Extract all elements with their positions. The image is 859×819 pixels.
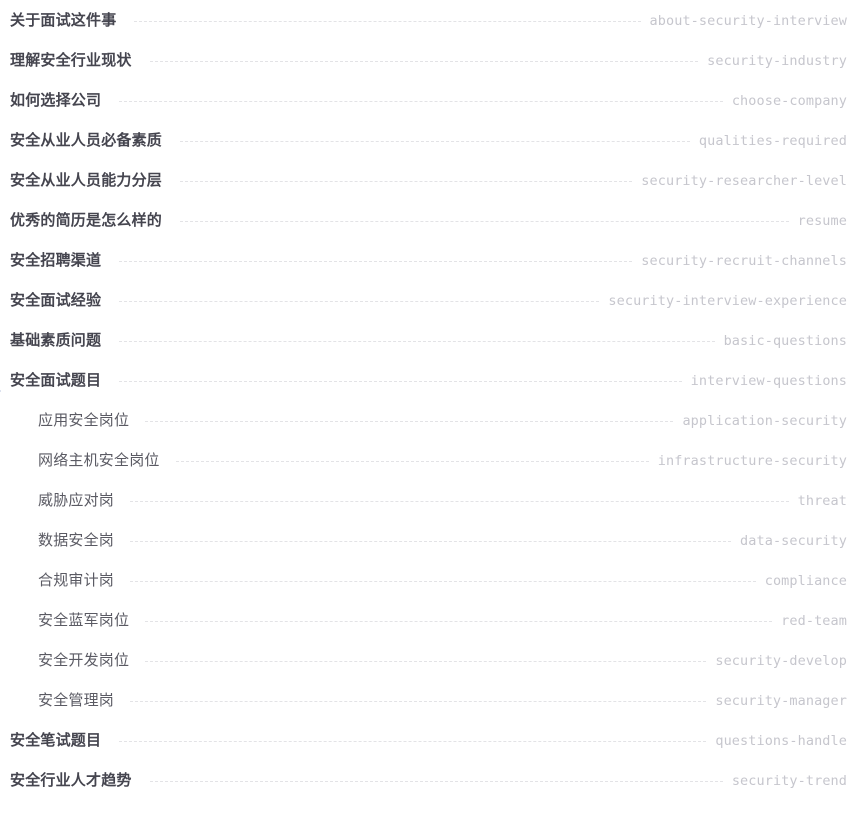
toc-entry-slug: security-industry [707, 53, 847, 69]
toc-entry[interactable]: 安全管理岗 security-manager [0, 691, 859, 731]
toc-entry[interactable]: 理解安全行业现状 security-industry [0, 51, 859, 91]
table-of-contents: 关于面试这件事 about-security-interview 理解安全行业现状 s… [0, 0, 859, 811]
toc-entry-slug: security-interview-experience [608, 293, 847, 309]
toc-leader-dots [145, 661, 707, 662]
toc-entry-slug: application-security [682, 413, 847, 429]
toc-entry[interactable]: 安全笔试题目 questions-handle [0, 731, 859, 771]
toc-entry-slug: compliance [764, 573, 847, 589]
toc-entry-label: 威胁应对岗 [38, 492, 115, 509]
toc-entry[interactable]: 应用安全岗位 application-security [0, 411, 859, 451]
toc-entry-label: 理解安全行业现状 [10, 52, 132, 69]
toc-entry-label: 基础素质问题 [10, 332, 102, 349]
toc-entry-slug: interview-questions [690, 373, 847, 389]
toc-leader-dots [149, 61, 699, 62]
toc-entry[interactable]: 安全开发岗位 security-develop [0, 651, 859, 691]
toc-leader-dots [130, 541, 732, 542]
toc-entry[interactable]: 安全蓝军岗位 red-team [0, 611, 859, 651]
toc-entry-label: 合规审计岗 [38, 572, 115, 589]
toc-entry[interactable]: 威胁应对岗 threat [0, 491, 859, 531]
toc-entry[interactable]: 安全从业人员能力分层 security-researcher-level [0, 171, 859, 211]
toc-entry-slug: questions-handle [715, 733, 847, 749]
toc-entry-slug: security-develop [715, 653, 847, 669]
toc-leader-dots [119, 101, 723, 102]
toc-entry[interactable]: 安全面试题目 interview-questions [0, 371, 859, 411]
toc-entry[interactable]: 安全招聘渠道 security-recruit-channels [0, 251, 859, 291]
toc-entry[interactable]: 数据安全岗 data-security [0, 531, 859, 571]
toc-entry-slug: security-researcher-level [641, 173, 847, 189]
toc-leader-dots [145, 621, 773, 622]
toc-entry-slug: security-recruit-channels [641, 253, 847, 269]
toc-entry[interactable]: 网络主机安全岗位 infrastructure-security [0, 451, 859, 491]
toc-entry-slug: resume [797, 213, 847, 229]
toc-entry-slug: qualities-required [698, 133, 847, 149]
toc-leader-dots [180, 141, 690, 142]
toc-entry-label: 安全笔试题目 [10, 732, 102, 749]
toc-leader-dots [145, 421, 674, 422]
toc-entry-slug: red-team [781, 613, 847, 629]
toc-entry-label: 如何选择公司 [10, 92, 102, 109]
toc-entry-slug: choose-company [731, 93, 847, 109]
toc-leader-dots [119, 741, 707, 742]
toc-entry[interactable]: 关于面试这件事 about-security-interview [0, 11, 859, 51]
toc-entry[interactable]: 安全面试经验 security-interview-experience [0, 291, 859, 331]
toc-entry[interactable]: 安全行业人才趋势 security-trend [0, 771, 859, 811]
toc-leader-dots [130, 701, 707, 702]
toc-entry-label: 安全从业人员必备素质 [10, 132, 163, 149]
toc-leader-dots [119, 381, 682, 382]
toc-leader-dots [130, 581, 756, 582]
toc-entry-label: 网络主机安全岗位 [38, 452, 160, 469]
chevron-right-icon[interactable] [0, 387, 1, 395]
toc-entry-label: 安全面试经验 [10, 292, 102, 309]
toc-leader-dots [175, 461, 649, 462]
toc-leader-dots [119, 341, 715, 342]
toc-leader-dots [149, 781, 723, 782]
toc-leader-dots [180, 181, 633, 182]
toc-leader-dots [180, 221, 789, 222]
toc-leader-dots [119, 261, 633, 262]
toc-entry-slug: about-security-interview [649, 13, 847, 29]
toc-entry[interactable]: 优秀的简历是怎么样的 resume [0, 211, 859, 251]
toc-leader-dots [130, 501, 789, 502]
toc-entry-slug: data-security [740, 533, 847, 549]
toc-entry-label: 安全面试题目 [10, 372, 102, 389]
toc-entry-label: 安全从业人员能力分层 [10, 172, 163, 189]
toc-entry[interactable]: 基础素质问题 basic-questions [0, 331, 859, 371]
toc-entry[interactable]: 合规审计岗 compliance [0, 571, 859, 611]
toc-entry[interactable]: 如何选择公司 choose-company [0, 91, 859, 131]
toc-entry-label: 安全开发岗位 [38, 652, 130, 669]
toc-entry-label: 安全行业人才趋势 [10, 772, 132, 789]
toc-entry-slug: security-trend [731, 773, 847, 789]
toc-entry-label: 安全招聘渠道 [10, 252, 102, 269]
toc-entry-label: 应用安全岗位 [38, 412, 130, 429]
toc-entry-slug: basic-questions [723, 333, 847, 349]
toc-entry-label: 优秀的简历是怎么样的 [10, 212, 163, 229]
toc-entry-slug: threat [797, 493, 847, 509]
toc-entry-slug: security-manager [715, 693, 847, 709]
toc-entry[interactable]: 安全从业人员必备素质 qualities-required [0, 131, 859, 171]
toc-entry-label: 安全管理岗 [38, 692, 115, 709]
toc-entry-slug: infrastructure-security [657, 453, 847, 469]
toc-leader-dots [119, 301, 600, 302]
toc-entry-label: 关于面试这件事 [10, 12, 117, 29]
toc-entry-label: 安全蓝军岗位 [38, 612, 130, 629]
toc-leader-dots [134, 21, 641, 22]
toc-entry-label: 数据安全岗 [38, 532, 115, 549]
